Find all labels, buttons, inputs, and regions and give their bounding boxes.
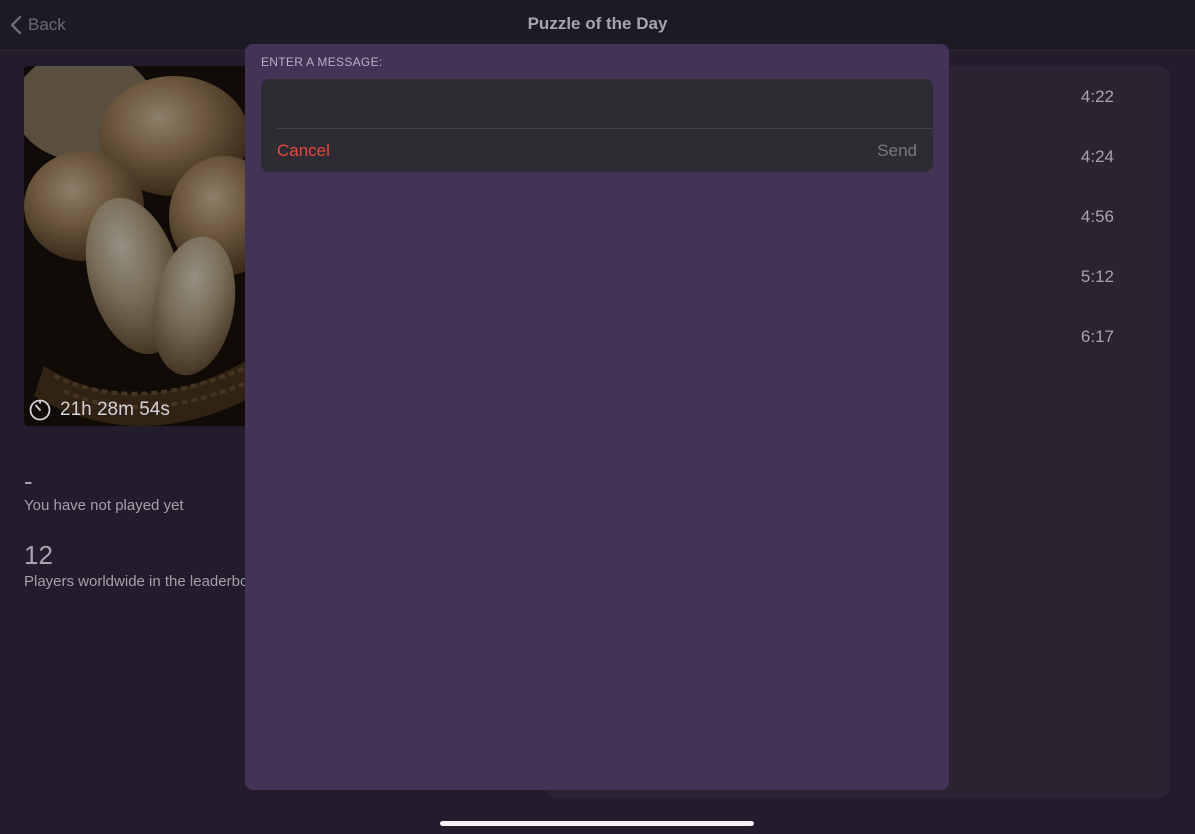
cancel-button[interactable]: Cancel: [277, 141, 330, 161]
divider: [277, 128, 933, 129]
send-button[interactable]: Send: [877, 141, 917, 161]
home-indicator[interactable]: [440, 821, 754, 826]
leaderboard-time: 5:12: [1080, 267, 1114, 286]
players-count-value: 12: [24, 540, 53, 570]
leaderboard-time: 4:24: [1080, 147, 1114, 166]
message-input[interactable]: [261, 79, 933, 128]
bread-basket-photo: [24, 66, 254, 426]
players-count-label: Players worldwide in the leaderboard: [24, 573, 246, 590]
own-result-value: -: [24, 466, 33, 496]
leaderboard-time: 4:56: [1080, 207, 1114, 226]
leaderboard-time: 6:17: [1080, 327, 1114, 346]
own-result-label: You have not played yet: [24, 497, 184, 514]
timer-text: 21h 28m 54s: [60, 399, 170, 420]
timer-icon: [29, 399, 51, 421]
message-modal: ENTER A MESSAGE: Cancel Send: [245, 44, 949, 790]
puzzle-image[interactable]: [24, 66, 254, 426]
message-card: Cancel Send: [261, 79, 933, 172]
countdown-timer: 21h 28m 54s: [28, 398, 170, 422]
modal-header: ENTER A MESSAGE:: [261, 55, 383, 69]
page-title: Puzzle of the Day: [527, 14, 668, 33]
leaderboard-time: 4:22: [1080, 87, 1114, 106]
